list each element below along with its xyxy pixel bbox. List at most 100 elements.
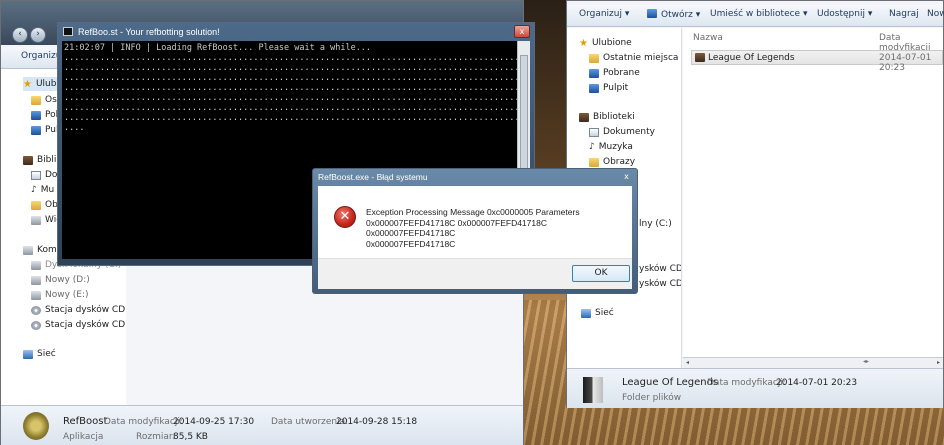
modified-label: Data modyfikacji:	[707, 378, 786, 388]
dialog-body: ✕ Exception Processing Message 0xc000000…	[318, 186, 632, 258]
forward-button[interactable]: ›	[30, 27, 46, 43]
console-line: ........................................…	[64, 63, 518, 73]
folder-icon	[31, 95, 41, 105]
modified-label: Data modyfikacji:	[104, 417, 183, 427]
organize-menu[interactable]: Organizuj ▾	[579, 9, 629, 19]
nav-item-recent[interactable]: Ost	[31, 93, 60, 107]
console-line: ........................................…	[64, 113, 518, 123]
scroll-right-icon[interactable]: ▸	[937, 359, 940, 366]
nav-drive-h[interactable]: Stacja dysków CD (H	[31, 318, 126, 332]
size-label: Rozmiar:	[136, 432, 176, 442]
console-line: ........................................…	[64, 83, 518, 93]
library-icon	[579, 112, 589, 122]
drive-icon	[31, 260, 41, 270]
share-button[interactable]: Udostępnij ▾	[817, 9, 872, 19]
nav-drive-d[interactable]: Nowy (D:)	[31, 273, 90, 287]
error-dialog: RefBoost.exe - Błąd systemu x ✕ Exceptio…	[312, 168, 638, 294]
console-close-button[interactable]: x	[514, 25, 530, 38]
pictures-icon	[31, 200, 41, 210]
open-button[interactable]: Otwórz ▾	[647, 9, 700, 20]
nav-item-documents[interactable]: Dokumenty	[589, 125, 655, 139]
right-details-pane: League Of Legends Data modyfikacji: 2014…	[567, 368, 943, 408]
console-app-icon	[63, 27, 73, 36]
nav-drive-h-partial[interactable]: ysków CD (H	[639, 277, 681, 291]
console-line: ........................................…	[64, 73, 518, 83]
nav-item-documents[interactable]: Dol	[31, 168, 60, 182]
nav-favorites[interactable]: ★Ulubione	[23, 77, 61, 91]
error-x-icon: ✕	[334, 206, 356, 228]
scroll-left-icon[interactable]: ◂	[686, 359, 689, 366]
videos-icon	[31, 215, 41, 225]
folder-icon	[589, 53, 599, 63]
dialog-title: RefBoost.exe - Błąd systemu	[318, 172, 428, 182]
error-message-line: 0x000007FEFD41718C	[366, 238, 456, 249]
file-name: RefBoost	[63, 416, 108, 427]
console-line: ....	[64, 123, 85, 133]
downloads-icon	[31, 110, 41, 120]
dialog-close-button[interactable]: x	[621, 172, 632, 182]
nav-item-pictures[interactable]: Obrazy	[589, 155, 635, 169]
application-icon	[23, 412, 49, 440]
documents-icon	[31, 170, 41, 180]
computer-icon	[23, 245, 33, 255]
error-message-line: Exception Processing Message 0xc0000005 …	[366, 207, 580, 217]
desktop-icon	[589, 83, 599, 93]
burn-button[interactable]: Nagraj	[889, 9, 919, 19]
ok-button[interactable]: OK	[572, 265, 630, 282]
nav-drive-c-partial[interactable]: lny (C:)	[639, 217, 672, 231]
nav-item-desktop[interactable]: Pulpit	[589, 81, 628, 95]
modified-value: 2014-09-25 17:30	[173, 417, 255, 427]
nav-item-desktop[interactable]: Pul	[31, 123, 58, 137]
file-row-modified: 2014-07-01 20:23	[879, 53, 932, 73]
left-details-pane: RefBoost Data modyfikacji: 2014-09-25 17…	[1, 405, 523, 445]
nav-item-music[interactable]: ♪ Mu	[31, 183, 54, 197]
documents-icon	[589, 127, 599, 137]
scroll-grip-icon: ◂▸	[863, 358, 870, 365]
cd-drive-icon	[31, 305, 41, 315]
horizontal-scrollbar[interactable]: ◂ ▸ ◂▸	[683, 357, 943, 368]
nav-drive-g[interactable]: Stacja dysków CD (G:	[31, 303, 126, 317]
column-header-name[interactable]: Nazwa	[693, 33, 723, 43]
pictures-icon	[589, 157, 599, 167]
folder-large-icon	[583, 377, 603, 403]
network-icon	[581, 308, 591, 318]
nav-drive-e[interactable]: Nowy (E:)	[31, 288, 89, 302]
created-value: 2014-09-28 15:18	[336, 417, 418, 427]
file-type: Aplikacja	[63, 432, 104, 442]
nav-libraries[interactable]: Bibli	[23, 153, 56, 167]
nav-item-recent[interactable]: Ostatnie miejsca	[589, 51, 678, 65]
back-button[interactable]: ‹	[12, 27, 28, 43]
downloads-icon	[589, 68, 599, 78]
console-line: 21:02:07 | INFO | Loading RefBoost... Pl…	[64, 43, 372, 53]
nav-drive-g-partial[interactable]: ysków CD (G	[639, 262, 681, 276]
error-message: Exception Processing Message 0xc0000005 …	[366, 207, 628, 249]
cd-drive-icon	[31, 320, 41, 330]
drive-icon	[31, 290, 41, 300]
drive-icon	[31, 275, 41, 285]
star-icon: ★	[579, 37, 588, 49]
network-icon	[23, 349, 33, 359]
nav-item-downloads[interactable]: Pobrane	[589, 66, 640, 80]
console-title: RefBoo.st - Your refbotting solution!	[78, 27, 220, 37]
console-line: ........................................…	[64, 93, 518, 103]
music-icon: ♪	[589, 141, 595, 152]
error-message-line: 0x000007FEFD41718C 0x000007FEFD41718C 0x…	[366, 217, 547, 239]
console-line: ........................................…	[64, 53, 518, 63]
nav-network[interactable]: Sieć	[23, 347, 56, 361]
desktop-icon	[31, 125, 41, 135]
nav-favorites[interactable]: ★Ulubione	[579, 36, 632, 50]
open-icon	[647, 9, 657, 18]
nav-item-music[interactable]: ♪ Muzyka	[589, 140, 633, 154]
file-row-name: League Of Legends	[708, 53, 795, 63]
right-toolbar: Organizuj ▾ Otwórz ▾ Umieść w bibliotece…	[567, 5, 944, 27]
nav-network[interactable]: Sieć	[581, 306, 614, 320]
console-line: ........................................…	[64, 103, 518, 113]
new-folder-button[interactable]: Nowy	[927, 9, 944, 19]
file-row[interactable]: League Of Legends 2014-07-01 20:23	[691, 50, 943, 73]
include-in-library-button[interactable]: Umieść w bibliotece ▾	[710, 9, 808, 19]
dialog-footer: OK	[318, 258, 632, 289]
library-icon	[23, 155, 33, 165]
nav-libraries[interactable]: Biblioteki	[579, 110, 635, 124]
size-value: 85,5 KB	[173, 432, 208, 442]
file-list: Nazwa Data modyfikacji League Of Legends…	[683, 28, 943, 368]
